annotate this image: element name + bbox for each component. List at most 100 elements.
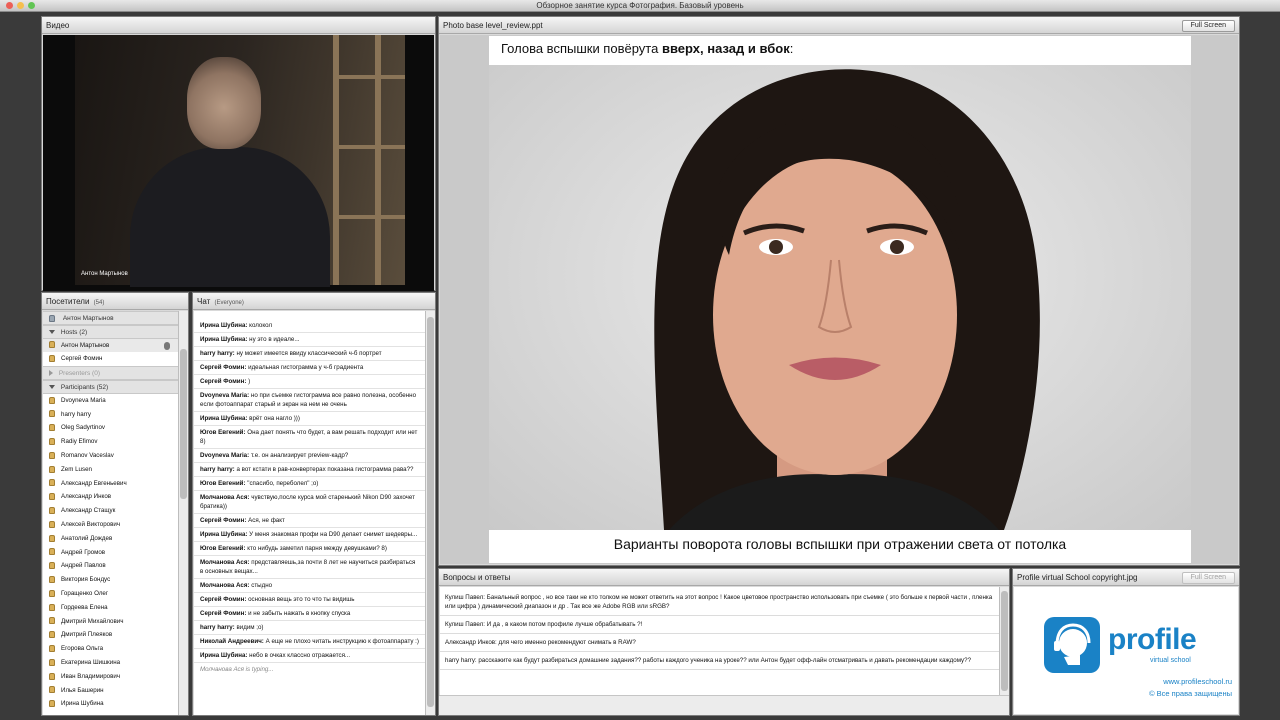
chat-message: Югов Евгений: "спасибо, переболел" ;о) [194, 477, 425, 491]
user-icon [49, 589, 55, 597]
presenters-group-header[interactable]: Presenters (0) [43, 366, 178, 380]
chat-scrollbar[interactable] [425, 311, 435, 715]
participant-row[interactable]: Дмитрий Плеяков [43, 628, 178, 642]
participant-row[interactable]: Андрей Павлов [43, 559, 178, 573]
attendee-scroll-thumb[interactable] [180, 349, 187, 499]
host-row[interactable]: Сергей Фомин [43, 352, 178, 366]
chat-text: небо в очках классно отражается... [247, 652, 351, 659]
participant-row[interactable]: Дмитрий Михайлович [43, 615, 178, 629]
user-icon [49, 451, 55, 459]
participant-name: Егорова Ольга [61, 645, 104, 653]
participants-group-header[interactable]: Participants (52) [43, 379, 178, 394]
participant-row[interactable]: Андрей Громов [43, 546, 178, 560]
chat-text: Ася, не факт [246, 517, 285, 524]
chat-author: Молчанова Ася: [200, 582, 250, 589]
minimize-window-button[interactable] [17, 2, 24, 9]
participant-name: Андрей Павлов [61, 562, 106, 570]
participant-row[interactable]: Zem Lusen [43, 463, 178, 477]
user-icon [49, 644, 55, 652]
chat-scroll-thumb[interactable] [427, 317, 434, 707]
attendee-scrollbar[interactable] [178, 311, 188, 715]
participant-row[interactable]: Dvoyneva Maria [43, 394, 178, 408]
participant-row[interactable]: Виктория Бондус [43, 573, 178, 587]
participant-name: harry harry [61, 410, 91, 418]
participant-name: Виктория Бондус [61, 576, 111, 584]
current-user-name: Антон Мартынов [62, 315, 114, 322]
slide-caption: Варианты поворота головы вспышки при отр… [613, 536, 1067, 552]
qa-message[interactable]: Александр Инков: для чего именно рекомен… [440, 634, 999, 652]
host-name: Антон Мартынов [61, 341, 110, 349]
portrait-illustration [654, 69, 1040, 530]
participant-row[interactable]: Илья Башерин [43, 684, 178, 698]
slide-viewport: Голова вспышки повёрута вверх, назад и в… [440, 35, 1238, 564]
video-pod-header: Видео [42, 17, 435, 34]
current-user-row[interactable]: Антон Мартынов [43, 311, 178, 325]
participant-name: Ирина Шубина [61, 700, 104, 708]
hosts-group-header[interactable]: Hosts (2) [43, 324, 178, 339]
participant-row[interactable]: Oleg Sadyrtinov [43, 421, 178, 435]
close-window-button[interactable] [6, 2, 13, 9]
participant-row[interactable]: Romanov Vaceslav [43, 449, 178, 463]
user-icon [49, 424, 55, 432]
fullscreen-button[interactable]: Full Screen [1181, 20, 1235, 32]
attendees-pod: Посетители (54) Антон Мартынов Hosts (2)… [41, 292, 189, 716]
participant-row[interactable]: Егорова Ольга [43, 642, 178, 656]
participant-name: Александр Стащук [61, 507, 116, 515]
participant-row[interactable]: Александр Евгеньевич [43, 477, 178, 491]
chat-scope[interactable]: (Everyone) [215, 300, 244, 306]
chat-message: Сергей Фомин: Ася, не факт [194, 514, 425, 528]
chat-author: Dvoyneva Maria: [200, 392, 250, 399]
user-icon [49, 672, 55, 680]
brand-subtitle: virtual school [1150, 657, 1191, 664]
attendees-pod-header: Посетители (54) [42, 293, 188, 310]
qa-input-bar[interactable] [439, 695, 1009, 715]
logo-pod-title: Profile virtual School copyright.jpg [1017, 573, 1138, 582]
chat-author: Югов Евгений: [200, 480, 246, 487]
chat-message: Сергей Фомин: идеальная гистограмма у ч-… [194, 361, 425, 375]
window-title: Обзорное занятие курса Фотография. Базов… [536, 1, 744, 10]
user-icon [49, 631, 55, 639]
attendees-count: (54) [93, 300, 105, 306]
qa-scrollbar[interactable] [999, 587, 1009, 695]
participant-name: Екатерина Шишкина [61, 658, 121, 666]
zoom-window-button[interactable] [28, 2, 35, 9]
qa-message[interactable]: harry harry: расскажите как будут разбир… [440, 652, 999, 670]
participant-row[interactable]: Иван Владимирович [43, 670, 178, 684]
participants-group-label: Participants (52) [60, 383, 109, 391]
participant-row[interactable]: Александр Инков [43, 490, 178, 504]
participant-row[interactable]: Александр Стащук [43, 504, 178, 518]
slide-heading: Голова вспышки повёрута вверх, назад и в… [501, 41, 793, 56]
participant-name: Oleg Sadyrtinov [61, 424, 106, 432]
qa-message[interactable]: Кулиш Павел: Банальный вопрос , но все т… [440, 589, 999, 616]
presenter-name-label: Антон Мартынов [81, 271, 128, 277]
participant-row[interactable]: harry harry [43, 408, 178, 422]
participant-name: Илья Башерин [61, 686, 104, 694]
chat-message: harry harry: видим ;о) [194, 621, 425, 635]
participant-row[interactable]: Екатерина Шишкина [43, 656, 178, 670]
chat-message: Сергей Фомин: основная вещь это то что т… [194, 593, 425, 607]
logo-fullscreen-button[interactable]: Full Screen [1181, 572, 1235, 584]
participant-name: Александр Инков [61, 493, 112, 501]
participant-name: Анатолий Дождев [61, 534, 113, 542]
video-stream[interactable]: Антон Мартынов [43, 35, 434, 291]
user-icon [49, 700, 55, 708]
participant-row[interactable]: Ирина Шубина [43, 697, 178, 711]
expand-triangle-icon [49, 330, 55, 335]
participant-row[interactable]: Горащенко Олег [43, 587, 178, 601]
video-pod-title: Видео [46, 21, 70, 30]
user-icon [49, 341, 55, 349]
webcam-image [75, 35, 405, 287]
participant-name: Алексей Викторович [61, 520, 121, 528]
host-row[interactable]: Антон Мартынов [43, 338, 178, 353]
chat-author: Николай Андреевич: [200, 638, 264, 645]
participant-row[interactable]: Алексей Викторович [43, 518, 178, 532]
chat-text: колокол [247, 322, 273, 329]
chat-author: Ирина Шубина: [200, 336, 248, 343]
participant-row[interactable]: Radiy Efimov [43, 435, 178, 449]
participant-row[interactable]: Анатолий Дождев [43, 532, 178, 546]
attendee-list: Антон Мартынов Hosts (2) Антон Мартынов С… [43, 311, 178, 715]
participant-row[interactable]: Гордеева Елена [43, 601, 178, 615]
chat-text: У меня знакомая профи на D90 делает сним… [247, 531, 418, 538]
qa-scroll-thumb[interactable] [1001, 591, 1008, 691]
qa-message[interactable]: Кулиш Павел: И да , в каком потом профил… [440, 616, 999, 634]
